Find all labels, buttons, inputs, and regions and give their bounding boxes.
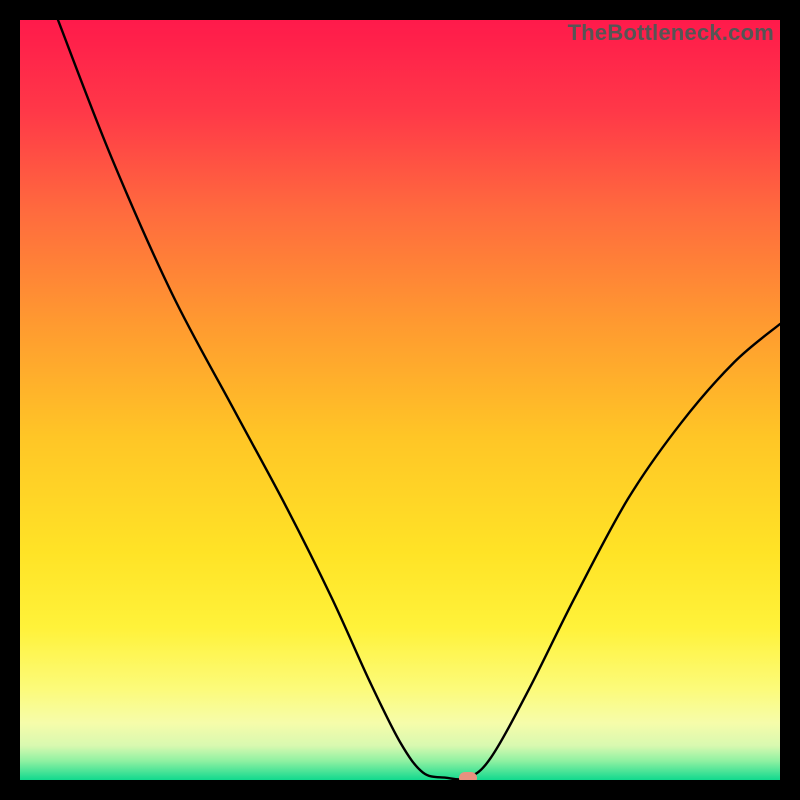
chart-stage: TheBottleneck.com [0,0,800,800]
bottleneck-curve [20,20,780,780]
optimal-marker [459,772,477,780]
plot-area: TheBottleneck.com [20,20,780,780]
